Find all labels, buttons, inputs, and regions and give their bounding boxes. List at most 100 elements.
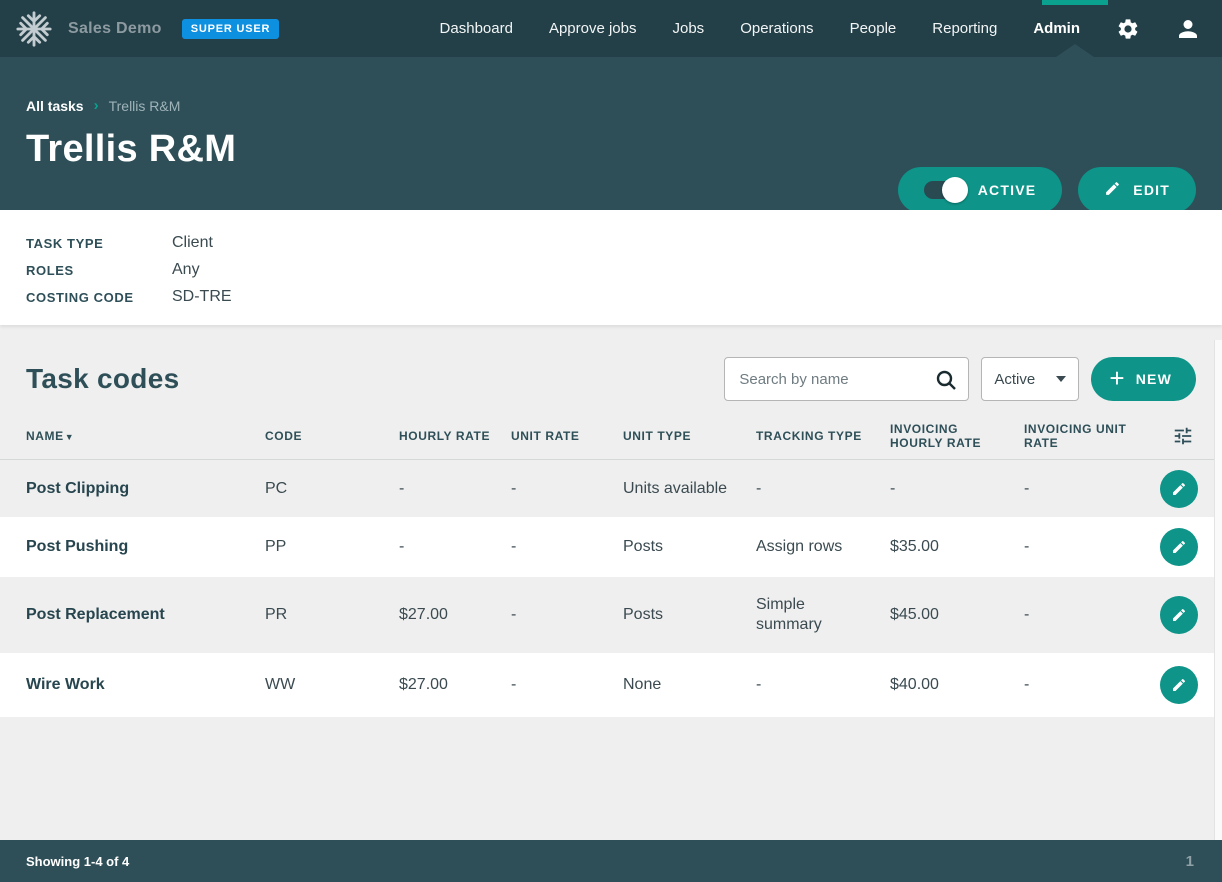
- cell-name: Wire Work: [26, 675, 265, 695]
- page-title: Trellis R&M: [26, 128, 1196, 171]
- cell-unit-rate: -: [511, 479, 623, 499]
- cell-code: PC: [265, 479, 399, 499]
- table-row: Wire Work WW $27.00 - None - $40.00 -: [0, 653, 1222, 717]
- detail-row-costing-code: COSTING CODE SD-TRE: [26, 288, 1196, 306]
- edit-button[interactable]: EDIT: [1078, 167, 1196, 213]
- column-header-invoicing-hourly-rate[interactable]: INVOICING HOURLY RATE: [890, 422, 1024, 451]
- costing-code-label: COSTING CODE: [26, 288, 172, 306]
- task-codes-toolbar: Task codes Active + NEW: [0, 325, 1222, 415]
- user-icon[interactable]: [1176, 17, 1200, 41]
- detail-row-roles: ROLES Any: [26, 261, 1196, 279]
- column-header-invoicing-unit-rate[interactable]: INVOICING UNIT RATE: [1024, 422, 1160, 451]
- breadcrumb-current: Trellis R&M: [109, 98, 181, 114]
- active-toggle-button[interactable]: ACTIVE: [898, 167, 1063, 213]
- toggle-knob: [942, 177, 968, 203]
- cell-tracking-type: -: [756, 675, 890, 695]
- cell-unit-type: None: [623, 675, 756, 695]
- cell-unit-rate: -: [511, 675, 623, 695]
- edit-row-button[interactable]: [1160, 596, 1198, 634]
- top-navbar: Sales Demo SUPER USER Dashboard Approve …: [0, 0, 1222, 57]
- roles-value: Any: [172, 261, 200, 279]
- active-toggle-label: ACTIVE: [978, 182, 1037, 198]
- table-row: Post Clipping PC - - Units available - -…: [0, 460, 1222, 517]
- task-details-panel: TASK TYPE Client ROLES Any COSTING CODE …: [0, 210, 1222, 325]
- detail-row-task-type: TASK TYPE Client: [26, 234, 1196, 252]
- status-filter-select[interactable]: Active: [981, 357, 1079, 401]
- pagination-footer: Showing 1-4 of 4 1: [0, 840, 1222, 882]
- cell-tracking-type: -: [756, 479, 890, 499]
- active-tab-caret: [1056, 44, 1094, 57]
- edit-row-button[interactable]: [1160, 528, 1198, 566]
- column-header-unit-type[interactable]: UNIT TYPE: [623, 429, 756, 443]
- cell-name: Post Pushing: [26, 537, 265, 557]
- column-settings-icon[interactable]: [1172, 425, 1208, 447]
- nav-item-jobs[interactable]: Jobs: [673, 20, 705, 37]
- chevron-down-icon: [1056, 376, 1066, 382]
- table-row: Post Replacement PR $27.00 - Posts Simpl…: [0, 577, 1222, 653]
- cell-unit-type: Units available: [623, 479, 756, 499]
- column-header-tracking-type[interactable]: TRACKING TYPE: [756, 429, 890, 443]
- cell-name: Post Replacement: [26, 605, 265, 625]
- new-task-code-button[interactable]: + NEW: [1091, 357, 1196, 401]
- cell-tracking-type: Simple summary: [756, 595, 890, 635]
- main-nav: Dashboard Approve jobs Jobs Operations P…: [440, 17, 1200, 41]
- search-input[interactable]: [725, 358, 968, 400]
- cell-hourly-rate: $27.00: [399, 605, 511, 625]
- cell-unit-rate: -: [511, 537, 623, 557]
- nav-item-people[interactable]: People: [850, 20, 897, 37]
- plus-icon: +: [1109, 365, 1125, 391]
- column-header-hourly-rate[interactable]: HOURLY RATE: [399, 429, 511, 443]
- nav-item-reporting[interactable]: Reporting: [932, 20, 997, 37]
- nav-item-admin[interactable]: Admin: [1033, 20, 1080, 37]
- task-type-label: TASK TYPE: [26, 234, 172, 252]
- sort-desc-icon: ▼: [65, 432, 75, 442]
- page-number[interactable]: 1: [1186, 853, 1194, 870]
- cell-hourly-rate: $27.00: [399, 675, 511, 695]
- table-row: Post Pushing PP - - Posts Assign rows $3…: [0, 517, 1222, 577]
- snowflake-logo-icon: [14, 9, 54, 49]
- task-codes-section: Task codes Active + NEW NA: [0, 325, 1222, 840]
- cell-invoicing-hourly-rate: $35.00: [890, 537, 1024, 557]
- cell-code: WW: [265, 675, 399, 695]
- page-header: All tasks › Trellis R&M Trellis R&M ACTI…: [0, 57, 1222, 210]
- cell-code: PP: [265, 537, 399, 557]
- cell-invoicing-hourly-rate: $45.00: [890, 605, 1024, 625]
- column-header-code[interactable]: CODE: [265, 429, 399, 443]
- gear-icon[interactable]: [1116, 17, 1140, 41]
- edit-row-button[interactable]: [1160, 470, 1198, 508]
- showing-count: Showing 1-4 of 4: [26, 854, 129, 869]
- table-header: NAME▼ CODE HOURLY RATE UNIT RATE UNIT TY…: [0, 415, 1222, 460]
- pencil-icon: [1104, 180, 1121, 200]
- search-icon[interactable]: [934, 368, 958, 397]
- breadcrumb-all-tasks[interactable]: All tasks: [26, 98, 84, 114]
- status-filter-value: Active: [994, 371, 1035, 388]
- cell-invoicing-hourly-rate: -: [890, 479, 1024, 499]
- nav-item-operations[interactable]: Operations: [740, 20, 813, 37]
- search-box: [724, 357, 969, 401]
- cell-invoicing-unit-rate: -: [1024, 479, 1160, 499]
- cell-invoicing-hourly-rate: $40.00: [890, 675, 1024, 695]
- cell-invoicing-unit-rate: -: [1024, 605, 1160, 625]
- nav-item-approve-jobs[interactable]: Approve jobs: [549, 20, 637, 37]
- super-user-badge: SUPER USER: [182, 19, 280, 39]
- cell-unit-rate: -: [511, 605, 623, 625]
- active-tab-indicator: [1042, 0, 1108, 5]
- task-codes-title: Task codes: [26, 363, 179, 395]
- edit-row-button[interactable]: [1160, 666, 1198, 704]
- cell-unit-type: Posts: [623, 605, 756, 625]
- brand-name: Sales Demo: [68, 20, 162, 38]
- cell-invoicing-unit-rate: -: [1024, 537, 1160, 557]
- scrollbar-track[interactable]: [1214, 340, 1222, 840]
- cell-hourly-rate: -: [399, 479, 511, 499]
- column-header-name[interactable]: NAME▼: [26, 429, 265, 443]
- column-header-unit-rate[interactable]: UNIT RATE: [511, 429, 623, 443]
- task-type-value: Client: [172, 234, 213, 252]
- toggle-switch[interactable]: [924, 181, 966, 199]
- cell-code: PR: [265, 605, 399, 625]
- nav-item-dashboard[interactable]: Dashboard: [440, 20, 513, 37]
- cell-name: Post Clipping: [26, 479, 265, 499]
- header-actions: ACTIVE EDIT: [898, 167, 1196, 213]
- cell-unit-type: Posts: [623, 537, 756, 557]
- chevron-right-icon: ›: [94, 97, 99, 114]
- costing-code-value: SD-TRE: [172, 288, 232, 306]
